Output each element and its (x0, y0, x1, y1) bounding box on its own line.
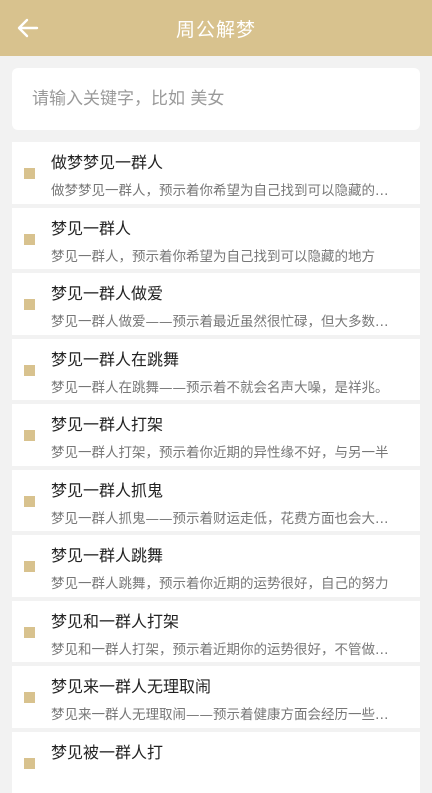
bullet-square-icon (24, 692, 35, 703)
item-title: 梦见一群人打架 (51, 411, 410, 435)
back-button[interactable] (14, 14, 42, 42)
list-item[interactable]: 梦见被一群人打 (12, 732, 420, 793)
item-title: 梦见一群人在跳舞 (51, 346, 410, 370)
list-item[interactable]: 梦见来一群人无理取闹 梦见来一群人无理取闹——预示着健康方面会经历一些波折 (12, 666, 420, 728)
item-description: 梦见一群人，预示着你希望为自己找到可以隐藏的地方 (51, 245, 396, 265)
list-item[interactable]: 梦见一群人打架 梦见一群人打架，预示着你近期的异性缘不好，与另一半 (12, 404, 420, 466)
item-description: 梦见一群人抓鬼——预示着财运走低，花费方面也会大手大脚 (51, 507, 396, 527)
list-item[interactable]: 梦见和一群人打架 梦见和一群人打架，预示着近期你的运势很好，不管做什么 (12, 601, 420, 663)
bullet-square-icon (24, 758, 35, 769)
bullet-square-icon (24, 430, 35, 441)
item-description: 梦见一群人做爱——预示着最近虽然很忙碌，但大多数时候 (51, 310, 396, 330)
search-box[interactable] (12, 68, 420, 130)
item-title: 梦见一群人 (51, 215, 410, 239)
search-input[interactable] (30, 88, 402, 110)
bullet-square-icon (24, 168, 35, 179)
list-item[interactable]: 做梦梦见一群人 做梦梦见一群人，预示着你希望为自己找到可以隐藏的地方 (12, 142, 420, 204)
item-title: 梦见一群人做爱 (51, 280, 410, 304)
item-title: 梦见被一群人打 (51, 739, 410, 763)
item-title: 梦见一群人跳舞 (51, 542, 410, 566)
bullet-square-icon (24, 299, 35, 310)
list-item[interactable]: 梦见一群人跳舞 梦见一群人跳舞，预示着你近期的运势很好，自己的努力 (12, 535, 420, 597)
item-description: 梦见一群人在跳舞——预示着不就会名声大噪，是祥兆。 (51, 376, 396, 396)
list-item[interactable]: 梦见一群人在跳舞 梦见一群人在跳舞——预示着不就会名声大噪，是祥兆。 (12, 339, 420, 401)
bullet-square-icon (24, 627, 35, 638)
arrow-left-icon (17, 18, 39, 38)
item-description: 梦见一群人打架，预示着你近期的异性缘不好，与另一半 (51, 441, 396, 461)
item-description: 梦见一群人跳舞，预示着你近期的运势很好，自己的努力 (51, 572, 396, 592)
page-title: 周公解梦 (176, 15, 256, 42)
item-description: 梦见来一群人无理取闹——预示着健康方面会经历一些波折 (51, 703, 396, 723)
bullet-square-icon (24, 496, 35, 507)
app-header: 周公解梦 (0, 0, 432, 56)
item-title: 梦见来一群人无理取闹 (51, 673, 410, 697)
list-item[interactable]: 梦见一群人抓鬼 梦见一群人抓鬼——预示着财运走低，花费方面也会大手大脚 (12, 470, 420, 532)
result-list: 做梦梦见一群人 做梦梦见一群人，预示着你希望为自己找到可以隐藏的地方 梦见一群人… (0, 142, 432, 793)
list-item[interactable]: 梦见一群人做爱 梦见一群人做爱——预示着最近虽然很忙碌，但大多数时候 (12, 273, 420, 335)
item-description: 做梦梦见一群人，预示着你希望为自己找到可以隐藏的地方 (51, 179, 396, 199)
bullet-square-icon (24, 234, 35, 245)
item-title: 梦见和一群人打架 (51, 608, 410, 632)
list-item[interactable]: 梦见一群人 梦见一群人，预示着你希望为自己找到可以隐藏的地方 (12, 208, 420, 270)
search-section (0, 56, 432, 130)
bullet-square-icon (24, 561, 35, 572)
item-title: 做梦梦见一群人 (51, 149, 410, 173)
bullet-square-icon (24, 365, 35, 376)
item-description: 梦见和一群人打架，预示着近期你的运势很好，不管做什么 (51, 638, 396, 658)
item-title: 梦见一群人抓鬼 (51, 477, 410, 501)
